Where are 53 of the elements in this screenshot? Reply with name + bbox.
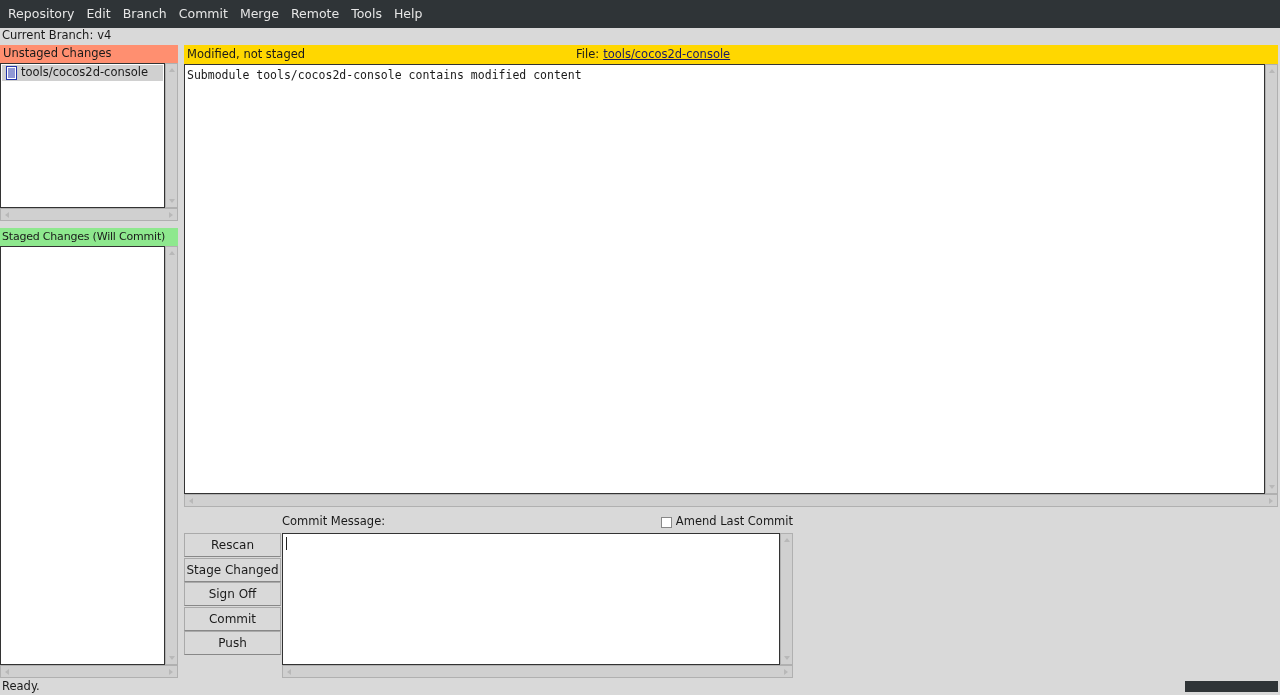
down-arrow-icon[interactable] — [782, 654, 791, 662]
left-arrow-icon[interactable] — [3, 667, 11, 676]
file-label: File: — [576, 45, 600, 63]
horizontal-scrollbar[interactable] — [282, 665, 793, 678]
horizontal-scrollbar[interactable] — [0, 208, 178, 221]
left-arrow-icon[interactable] — [285, 667, 293, 676]
document-icon — [6, 66, 17, 80]
menu-item[interactable]: Merge — [233, 4, 285, 24]
panel-header: Staged Changes (Will Commit) — [0, 228, 178, 246]
menu-item[interactable]: Edit — [80, 4, 117, 24]
action-button[interactable]: Rescan — [184, 533, 281, 557]
commit-message-field[interactable] — [282, 533, 780, 665]
file-link[interactable]: tools/cocos2d-console — [603, 45, 731, 64]
status-text: Ready. — [2, 677, 40, 695]
right-arrow-icon[interactable] — [782, 667, 790, 676]
panel-header: Unstaged Changes — [0, 45, 178, 63]
file-list-item[interactable]: tools/cocos2d-console — [2, 65, 163, 81]
diff-status: Modified, not staged — [187, 45, 306, 63]
up-arrow-icon[interactable] — [167, 66, 176, 74]
up-arrow-icon[interactable] — [782, 536, 791, 544]
menu-item[interactable]: Remote — [284, 4, 346, 24]
right-arrow-icon[interactable] — [167, 667, 175, 676]
menu-item[interactable]: Tools — [345, 4, 388, 24]
down-arrow-icon[interactable] — [167, 654, 176, 662]
vertical-scrollbar[interactable] — [780, 533, 793, 665]
menu-item[interactable]: Help — [387, 4, 429, 24]
horizontal-scrollbar[interactable] — [0, 665, 178, 678]
menu-item[interactable]: Repository — [2, 4, 81, 24]
commit-message-label: Commit Message: — [282, 513, 386, 531]
vertical-scrollbar[interactable] — [165, 63, 178, 208]
up-arrow-icon[interactable] — [1267, 67, 1276, 75]
menu-item[interactable]: Branch — [116, 4, 173, 24]
menu-item[interactable]: Commit — [172, 4, 234, 24]
action-button[interactable]: Sign Off — [184, 582, 281, 606]
right-arrow-icon[interactable] — [1267, 496, 1275, 505]
amend-label: Amend Last Commit — [675, 513, 793, 531]
left-arrow-icon[interactable] — [3, 210, 11, 219]
current-branch-label: Current Branch: — [2, 27, 94, 45]
down-arrow-icon[interactable] — [167, 197, 176, 205]
diff-line: Submodule tools/cocos2d-console contains modified content — [187, 67, 583, 84]
left-arrow-icon[interactable] — [187, 496, 195, 505]
vertical-scrollbar[interactable] — [165, 246, 178, 665]
amend-checkbox[interactable] — [660, 516, 672, 528]
action-button[interactable]: Commit — [184, 606, 281, 631]
horizontal-scrollbar[interactable] — [184, 494, 1278, 507]
down-arrow-icon[interactable] — [1267, 483, 1276, 491]
right-arrow-icon[interactable] — [167, 210, 175, 219]
vertical-scrollbar[interactable] — [1265, 64, 1278, 494]
action-button[interactable]: Stage Changed — [184, 557, 281, 582]
up-arrow-icon[interactable] — [167, 249, 176, 257]
text-cursor — [286, 537, 287, 550]
current-branch-value: v4 — [97, 27, 112, 45]
action-button[interactable]: Push — [184, 631, 281, 655]
